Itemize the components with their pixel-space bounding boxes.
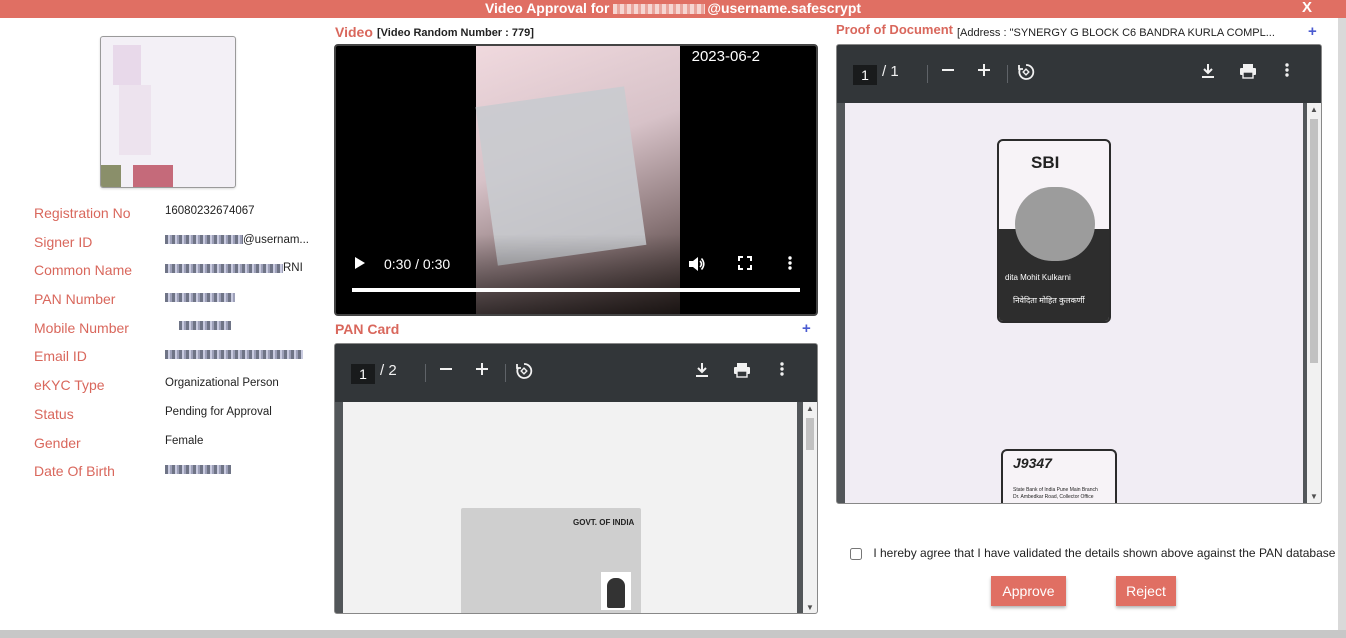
more-vert-icon[interactable] — [780, 362, 784, 380]
detail-row-mobile: Mobile Number — [34, 315, 334, 344]
volume-icon[interactable] — [688, 256, 706, 275]
detail-value: Female — [165, 434, 204, 447]
detail-label: eKYC Type — [34, 377, 105, 394]
pan-card-image: GOVT. OF INDIA — [461, 508, 641, 613]
page-total: / 2 — [380, 362, 397, 379]
card2-number: J9347 — [1013, 455, 1052, 471]
detail-label: Registration No — [34, 205, 131, 221]
detail-value-masked — [165, 320, 231, 332]
pan-card-title: PAN Card — [335, 321, 400, 337]
background-page-edge — [0, 630, 1346, 638]
consent-row: I hereby agree that I have validated the… — [850, 546, 1335, 560]
page-total: / 1 — [882, 63, 899, 80]
approve-button[interactable]: Approve — [991, 576, 1066, 606]
zoom-out-icon[interactable] — [941, 63, 955, 81]
detail-value-masked — [165, 291, 235, 303]
play-icon[interactable] — [354, 256, 366, 273]
pdf-toolbar: 1 / 2 — [335, 344, 817, 402]
zoom-out-icon[interactable] — [439, 362, 453, 380]
video-progress-bar[interactable] — [352, 288, 800, 292]
download-icon[interactable] — [695, 362, 709, 382]
detail-value-masked — [165, 348, 303, 360]
video-timestamp: 2023-06-2 — [691, 48, 760, 65]
card-hindi-name: निवेदिता मोहित कुलकर्णी — [1013, 296, 1085, 305]
download-icon[interactable] — [1201, 63, 1215, 83]
detail-value: Organizational Person — [165, 377, 279, 390]
detail-row-status: Status Pending for Approval — [34, 401, 334, 430]
pan-card-text: GOVT. OF INDIA — [573, 518, 635, 527]
zoom-in-icon[interactable] — [977, 63, 991, 81]
card-brand: SBI — [1031, 153, 1060, 172]
detail-value: Pending for Approval — [165, 405, 272, 418]
detail-value: @usernam... — [243, 233, 310, 246]
detail-row-ekyc: eKYC Type Organizational Person — [34, 372, 334, 401]
zoom-in-icon[interactable] — [475, 362, 489, 380]
detail-row-dob: Date Of Birth — [34, 458, 334, 487]
page-number-input[interactable]: 1 — [351, 364, 375, 384]
video-subtitle: [Video Random Number : 779] — [377, 27, 534, 39]
dialog-title-bar: Video Approval for @username.safescrypt … — [0, 0, 1346, 18]
video-title: Video — [335, 24, 373, 40]
video-time: 0:30 / 0:30 — [384, 256, 451, 272]
detail-row-signer-id: Signer ID @usernam... — [34, 229, 334, 258]
proof-pdf-viewer: 1 / 1 SBI dita Mohit Kulkarni निवेदिता म — [836, 44, 1322, 504]
more-vert-icon[interactable] — [1285, 63, 1289, 81]
detail-row-common-name: Common Name RNI — [34, 257, 334, 286]
consent-text: I hereby agree that I have validated the… — [873, 546, 1336, 560]
detail-label: Date Of Birth — [34, 463, 115, 480]
detail-label: Common Name — [34, 262, 133, 279]
video-controls: 0:30 / 0:30 — [350, 256, 802, 276]
rotate-icon[interactable] — [1017, 63, 1035, 85]
detail-label: Email ID — [34, 348, 87, 365]
pdf-toolbar: 1 / 1 — [837, 45, 1321, 103]
detail-label: PAN Number — [34, 291, 116, 308]
page-scroll-strip — [1338, 18, 1346, 630]
consent-checkbox[interactable] — [850, 547, 862, 560]
proof-title: Proof of Document — [836, 22, 953, 37]
masked-username — [613, 4, 706, 15]
video-player[interactable]: 2023-06-2 0:30 / 0:30 — [334, 44, 818, 316]
fullscreen-icon[interactable] — [738, 256, 752, 273]
more-vert-icon[interactable] — [788, 256, 792, 273]
detail-label: Status — [34, 405, 74, 422]
detail-value: RNI — [283, 262, 303, 275]
detail-label: Gender — [34, 434, 81, 451]
detail-value-wrap: RNI — [165, 262, 303, 274]
dialog-title-suffix: @username.safescrypt — [707, 0, 862, 16]
sbi-id-card-back-image: J9347 State Bank of India Pune Main Bran… — [1001, 449, 1117, 503]
card-name: dita Mohit Kulkarni — [1005, 273, 1071, 282]
dialog-title-prefix: Video Approval for — [484, 0, 610, 16]
detail-value: 16080232674067 — [165, 205, 255, 217]
card2-line2: Dr. Ambedkar Road, Collector Office — [1013, 494, 1094, 500]
pdf-scrollbar[interactable]: ▲ ▼ — [1307, 103, 1321, 503]
print-icon[interactable] — [733, 362, 751, 382]
page-number-input[interactable]: 1 — [853, 65, 877, 85]
pdf-page: SBI dita Mohit Kulkarni निवेदिता मोहित क… — [845, 103, 1303, 503]
detail-value-wrap: @usernam... — [165, 234, 309, 246]
close-icon[interactable]: X — [1302, 0, 1312, 16]
print-icon[interactable] — [1239, 63, 1257, 83]
pan-card-pdf-viewer: 1 / 2 GOVT. OF INDIA ▲ ▼ — [334, 343, 818, 614]
pdf-scrollbar[interactable]: ▲ ▼ — [803, 402, 817, 613]
signer-photo — [100, 36, 236, 188]
signer-details: Registration No 16080232674067 Signer ID… — [34, 200, 334, 487]
detail-label: Signer ID — [34, 233, 93, 250]
plus-icon[interactable]: + — [802, 320, 811, 337]
detail-value-masked — [165, 463, 231, 475]
detail-row-registration: Registration No 16080232674067 — [34, 200, 334, 229]
detail-label: Mobile Number — [34, 319, 129, 336]
card2-line1: State Bank of India Pune Main Branch — [1013, 487, 1098, 493]
reject-button[interactable]: Reject — [1116, 576, 1176, 606]
rotate-icon[interactable] — [515, 362, 533, 384]
pdf-page: GOVT. OF INDIA — [343, 402, 797, 613]
plus-icon[interactable]: + — [1308, 23, 1317, 40]
detail-row-pan: PAN Number — [34, 286, 334, 315]
detail-row-gender: Gender Female — [34, 430, 334, 459]
sbi-id-card-image: SBI dita Mohit Kulkarni निवेदिता मोहित क… — [997, 139, 1111, 323]
proof-address: [Address : "SYNERGY G BLOCK C6 BANDRA KU… — [957, 27, 1275, 39]
detail-row-email: Email ID — [34, 343, 334, 372]
